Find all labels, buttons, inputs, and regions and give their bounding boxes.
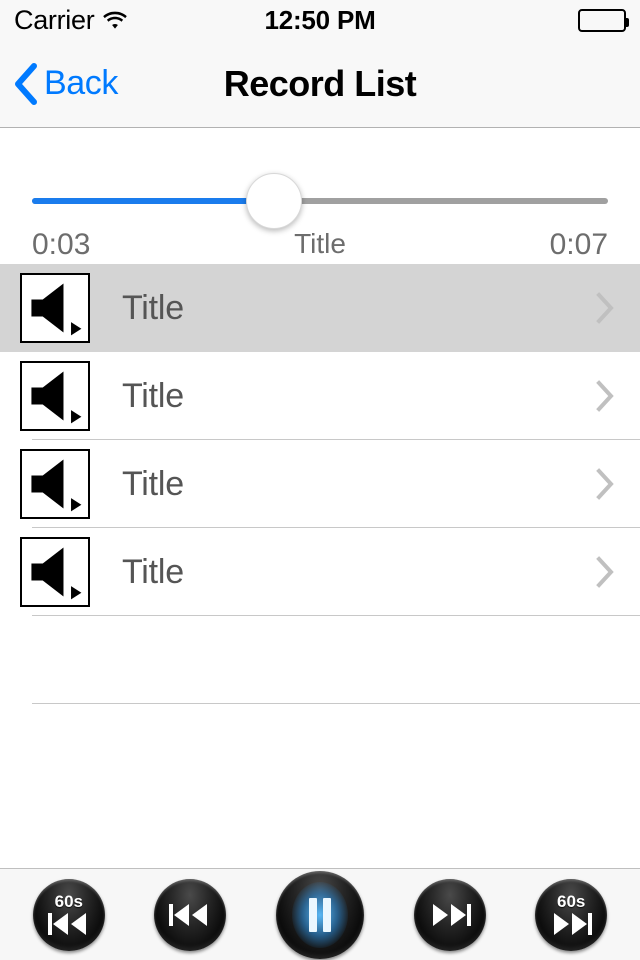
chevron-right-icon (596, 468, 614, 500)
battery-icon (578, 8, 629, 32)
rewind-bar-icon (46, 911, 92, 937)
button-content (167, 902, 213, 928)
fast-forward-button[interactable] (413, 878, 486, 951)
chevron-right-icon (596, 556, 614, 588)
player-panel: 0:03 Title 0:07 (0, 128, 640, 264)
list-item[interactable]: Title (0, 264, 640, 352)
navigation-bar: Back Record List (0, 40, 640, 128)
skip-duration-label: 60s (54, 891, 83, 911)
list-item[interactable]: Title (0, 440, 640, 528)
fast-forward-icon (427, 902, 473, 928)
speaker-play-icon (20, 449, 90, 519)
button-content: 60s (46, 893, 92, 937)
track-title-label: Title (294, 228, 346, 259)
speaker-play-icon (20, 361, 90, 431)
record-list[interactable]: Title Title Title Title (0, 264, 640, 868)
status-bar-right (578, 8, 629, 32)
speaker-play-icon (20, 537, 90, 607)
slider-fill (32, 198, 274, 204)
battery-cap (626, 17, 629, 27)
player-toolbar: 60s 60s (0, 868, 640, 960)
list-item[interactable]: Title (0, 352, 640, 440)
list-item-label: Title (122, 376, 184, 415)
clock-label: 12:50 PM (264, 4, 376, 35)
button-content: 60s (548, 893, 594, 937)
speaker-play-icon (20, 273, 90, 343)
chevron-right-icon (596, 380, 614, 412)
rewind-button[interactable] (154, 878, 227, 951)
total-time-label: 0:07 (549, 228, 608, 261)
list-item-label: Title (122, 464, 184, 503)
chevron-right-icon (596, 292, 614, 324)
skip-back-60s-button[interactable]: 60s (32, 878, 105, 951)
time-row: 0:03 Title 0:07 (0, 228, 640, 268)
status-bar: Carrier 12:50 PM (0, 0, 640, 40)
button-content (297, 895, 343, 935)
page-title: Record List (223, 62, 417, 104)
list-item[interactable]: Title (0, 528, 640, 616)
app-screen: Carrier 12:50 PM Back Record List 0:03 T… (0, 0, 640, 960)
list-item-label: Title (122, 552, 184, 591)
pause-button[interactable] (275, 870, 364, 959)
list-item-label: Title (122, 288, 184, 327)
empty-list-row (0, 616, 640, 704)
forward-bar-icon (548, 911, 594, 937)
pause-icon (297, 895, 343, 935)
rewind-icon (167, 902, 213, 928)
slider-knob[interactable] (245, 173, 302, 229)
empty-list-row (0, 704, 640, 792)
skip-forward-60s-button[interactable]: 60s (535, 878, 608, 951)
button-content (427, 902, 473, 928)
skip-duration-label: 60s (556, 891, 586, 911)
